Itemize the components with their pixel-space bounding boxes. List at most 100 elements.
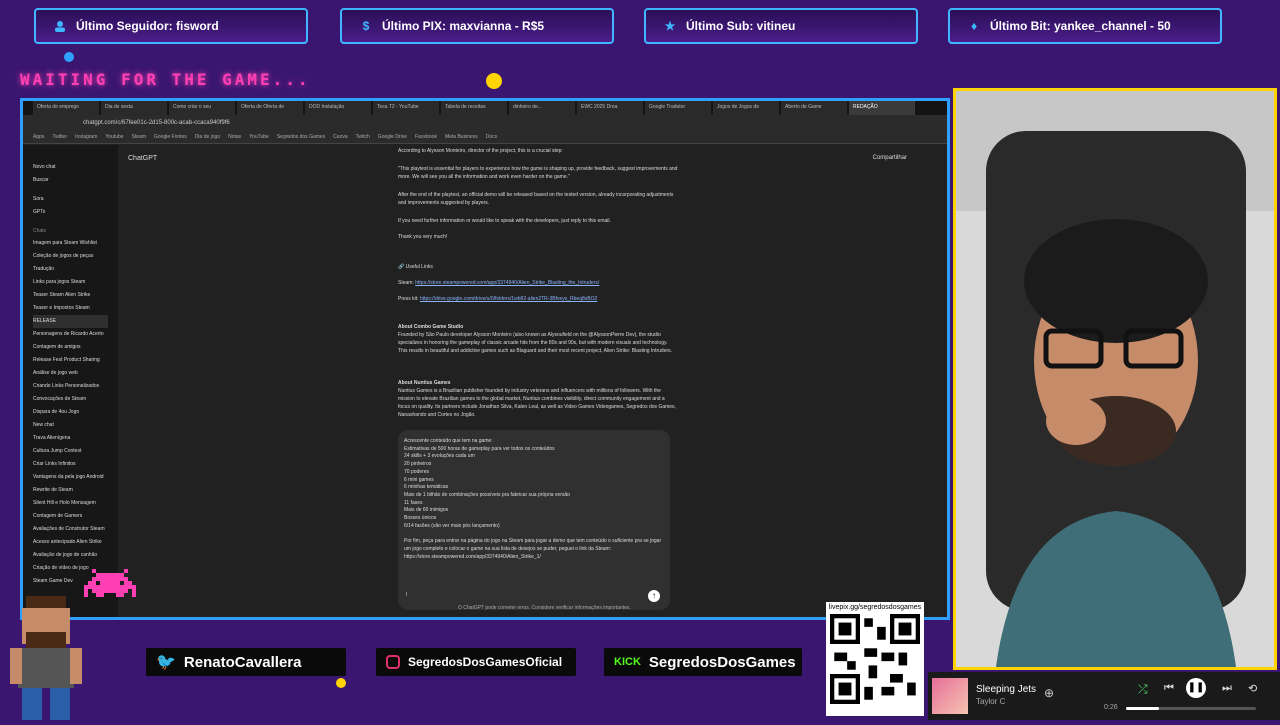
sidebar-chat-item[interactable]: Personagens de Ricardo Acerto — [33, 328, 108, 341]
sidebar-chat-item[interactable]: Criar Links Infinitos — [33, 458, 108, 471]
sidebar-chat-item[interactable]: Avaliações de Construtor Steam — [33, 523, 108, 536]
browser-tab[interactable]: Dia de sexta — [101, 101, 167, 115]
new-chat-button[interactable]: Novo chat — [33, 161, 108, 174]
sidebar-chat-item[interactable]: Rewrite de Steam — [33, 484, 108, 497]
sidebar-chat-item[interactable]: Acesso antecipado Alien Strike — [33, 536, 108, 549]
steam-link[interactable]: https://store.steampowered.com/app/33749… — [415, 280, 599, 286]
next-icon[interactable]: ⏭ — [1222, 682, 1232, 695]
browser-tab[interactable]: DOD Instalação — [305, 101, 371, 115]
bookmark-item[interactable]: Steam — [132, 134, 146, 140]
browser-tab[interactable]: Tabela de receitas — [441, 101, 507, 115]
browser-tab[interactable]: Como criar o seu — [169, 101, 235, 115]
composer-line: Acrescente conteúdo que tem na game: — [404, 438, 493, 444]
sidebar-chat-item[interactable]: Coleção de jogos de peças — [33, 250, 108, 263]
press-kit-link[interactable]: https://drive.google.com/drive/u/0/folde… — [420, 296, 597, 302]
msg-p1: According to Alysson Monteiro, director … — [398, 148, 563, 154]
model-selector[interactable]: ChatGPT — [128, 155, 157, 162]
steam-label: Steam: — [398, 280, 414, 286]
sidebar-chat-item[interactable]: Trava Alienígena — [33, 432, 108, 445]
bookmark-item[interactable]: Facebook — [415, 134, 437, 140]
shuffle-icon[interactable]: ⤮ — [1138, 682, 1148, 697]
msg-p3: After the end of the playtest, an offici… — [398, 192, 674, 206]
sidebar-chat-item[interactable]: Imagem para Steam Wishlist — [33, 237, 108, 250]
browser-tab[interactable]: dinheiro de... — [509, 101, 575, 115]
browser-tab[interactable]: Tesa T2 - YouTube — [373, 101, 439, 115]
useful-links-title: Useful Links — [405, 264, 433, 270]
bookmark-item[interactable]: Canva — [333, 134, 347, 140]
sidebar-chat-item[interactable]: Criando Links Personalizados — [33, 380, 108, 393]
sidebar-chat-item[interactable]: RELEASE — [33, 315, 108, 328]
composer-line: 11 fases — [404, 499, 423, 506]
browser-tab[interactable]: Google Tradutor — [645, 101, 711, 115]
chat-history-list: Imagem para Steam Wishlist Coleção de jog… — [33, 237, 108, 588]
gpts-link[interactable]: GPTs — [33, 206, 108, 219]
sidebar-chat-item[interactable]: Avaliação de jogo de canhão — [33, 549, 108, 562]
sora-link[interactable]: Sora — [33, 193, 108, 206]
browser-tab[interactable]: Oferta de emprego — [33, 101, 99, 115]
sidebar-chat-item[interactable]: Teaser Steam Alien Strike — [33, 289, 108, 302]
browser-tab[interactable]: EWC 2025 Drea — [577, 101, 643, 115]
add-to-library-icon[interactable]: ⊕ — [1044, 686, 1054, 700]
alert-sub-text: Último Sub: vitineu — [686, 19, 796, 33]
sidebar-chat-item[interactable]: Análise de jogo web — [33, 367, 108, 380]
message-composer[interactable]: Acrescente conteúdo que tem na game: Esti… — [398, 430, 670, 610]
diamond-icon: ♦ — [970, 19, 978, 33]
star-icon: ★ — [664, 19, 676, 33]
instagram-icon — [386, 655, 400, 669]
sidebar-chat-item[interactable]: Vantagens da pela jogo Android — [33, 471, 108, 484]
previous-icon[interactable]: ⏮ — [1164, 682, 1174, 695]
composer-line: 6 mini games — [404, 476, 434, 483]
sidebar-chat-item[interactable]: Teaser e Impostos Steam — [33, 302, 108, 315]
repeat-icon[interactable]: ⟲ — [1248, 682, 1257, 695]
sidebar-chat-item[interactable]: Silent Hill e Holo Mensagem — [33, 497, 108, 510]
alert-last-pix: $ Último PIX: maxvianna - R$5 — [340, 8, 614, 44]
sidebar-chat-item[interactable]: Dispara de 4ou Jogo — [33, 406, 108, 419]
bookmark-item[interactable]: Dia de jogo — [195, 134, 220, 140]
bookmark-item[interactable]: Youtube — [105, 134, 123, 140]
sidebar-chat-item[interactable]: Contagem de Gamers — [33, 510, 108, 523]
pause-icon[interactable]: ❚❚ — [1186, 678, 1206, 698]
bookmark-item[interactable]: Notas — [228, 134, 241, 140]
bookmark-item[interactable]: Twitch — [356, 134, 370, 140]
sidebar-chat-item[interactable]: New chat — [33, 419, 108, 432]
bookmark-item[interactable]: Segredos dos Games — [277, 134, 325, 140]
send-icon[interactable]: ↑ — [648, 590, 660, 602]
msg-p5: Thank you very much! — [398, 234, 448, 240]
bookmark-item[interactable]: Instagram — [75, 134, 97, 140]
browser-tab[interactable]: Oferta de Oferta de — [237, 101, 303, 115]
waiting-banner: WAITING FOR THE GAME... — [20, 70, 311, 89]
composer-input[interactable]: I — [406, 592, 407, 600]
bookmark-item[interactable]: Twitter — [52, 134, 67, 140]
steam-link-row: Steam: https://store.steampowered.com/ap… — [398, 279, 678, 287]
browser-tab[interactable]: REDAÇÃO — [849, 101, 915, 115]
search-button[interactable]: Buscar — [33, 174, 108, 187]
address-bar[interactable]: chatgpt.com/c/67fee01c-2d15-800c-acab-cc… — [23, 115, 947, 131]
twitter-icon: 🐦 — [156, 654, 176, 671]
sidebar-chat-item[interactable]: Links para jogos Steam — [33, 276, 108, 289]
browser-tab[interactable]: Aberto de Game — [781, 101, 847, 115]
instagram-text: SegredosDosGamesOficial — [408, 655, 563, 669]
sidebar-chat-item[interactable]: Cultura Jump Contest — [33, 445, 108, 458]
bookmark-item[interactable]: Docs — [486, 134, 497, 140]
user-icon — [52, 18, 68, 34]
sidebar-chat-item[interactable]: Release Fest Product Sharing — [33, 354, 108, 367]
composer-line: 6 minihas temáticas — [404, 484, 449, 491]
bookmark-item[interactable]: Google Fontes — [154, 134, 187, 140]
bookmark-item[interactable]: Apps — [33, 134, 44, 140]
about-combo-text: Founded by São Paulo developer Alysson M… — [398, 332, 673, 354]
sidebar-chat-item[interactable]: Convocações de Steam — [33, 393, 108, 406]
chat-sidebar: Novo chat Buscar Sora GPTs Chats Imagem … — [23, 145, 118, 617]
sidebar-chat-item[interactable]: Tradução — [33, 263, 108, 276]
bookmark-item[interactable]: Google Drive — [378, 134, 407, 140]
pixel-avatar-sprite — [6, 596, 86, 720]
bookmark-item[interactable]: YouTube — [249, 134, 269, 140]
bookmark-item[interactable]: Meta Business — [445, 134, 478, 140]
sidebar-chat-item[interactable]: Contagem de amigos — [33, 341, 108, 354]
msg-p2: "This playtest is essential for players … — [398, 166, 678, 180]
browser-tabs: Oferta de emprego Dia de sexta Como criar … — [23, 101, 947, 115]
chat-area: ChatGPT Compartilhar According to Alysso… — [118, 145, 947, 617]
composer-line — [404, 530, 664, 538]
browser-tab[interactable]: Jogos de Jogos de — [713, 101, 779, 115]
share-button[interactable]: Compartilhar — [873, 155, 907, 161]
progress-track[interactable] — [1126, 707, 1256, 710]
